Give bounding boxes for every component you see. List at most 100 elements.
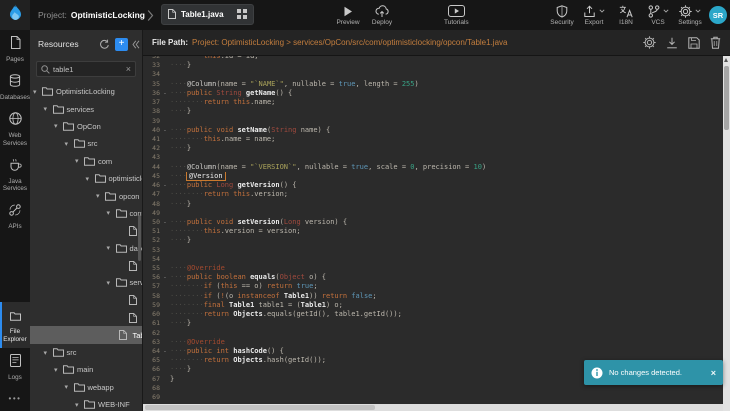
clear-search-icon[interactable]: × (126, 65, 131, 74)
sidebar-item-web-services[interactable]: Web Services (0, 106, 30, 151)
chevron-expanded-icon[interactable]: ▾ (107, 209, 116, 217)
sidebar-item-java-services[interactable]: Java Services (0, 152, 30, 197)
add-resource-button[interactable]: + (115, 38, 128, 51)
refresh-icon[interactable] (99, 39, 110, 50)
tree-item-table1serviceimpl-java[interactable]: Table1ServiceImpl.java (30, 309, 143, 326)
chevron-expanded-icon[interactable]: ▾ (75, 401, 84, 409)
horizontal-scrollbar-thumb[interactable] (145, 405, 375, 410)
line-number: 39 (143, 117, 160, 126)
export-button[interactable]: Export (582, 4, 606, 26)
chevron-expanded-icon[interactable]: ▾ (44, 349, 53, 357)
tree-item-table1dao-java[interactable]: Table1Dao.java (30, 257, 143, 274)
chevron-down-icon (695, 9, 701, 13)
tree-item-label: com (98, 157, 112, 166)
search-input[interactable] (53, 65, 123, 74)
tab-table1-java[interactable]: Table1.java (161, 4, 254, 25)
fold-toggle[interactable]: - (160, 347, 170, 356)
sidebar-item-apis[interactable]: APIs (0, 197, 30, 235)
delete-icon[interactable] (710, 36, 721, 49)
chevron-expanded-icon[interactable]: ▾ (33, 88, 42, 96)
fold-toggle[interactable]: - (160, 181, 170, 190)
code-line: 58········if (!(o instanceof Table1)) re… (143, 292, 723, 301)
tree-item-services[interactable]: ▾services (30, 100, 143, 117)
tree-item-main[interactable]: ▾main (30, 361, 143, 378)
chevron-expanded-icon[interactable]: ▾ (96, 192, 105, 200)
app-logo[interactable] (0, 0, 30, 30)
fold-toggle[interactable]: - (160, 89, 170, 98)
toast-close-icon[interactable]: × (711, 368, 716, 378)
download-icon[interactable] (666, 37, 678, 49)
chevron-expanded-icon[interactable]: ▾ (107, 244, 116, 252)
tree-item-src[interactable]: ▾src (30, 135, 143, 152)
editor-horizontal-scrollbar[interactable] (143, 404, 730, 411)
gutter-spacer (160, 338, 170, 347)
fold-toggle[interactable]: - (160, 273, 170, 282)
editor-vertical-scrollbar[interactable] (723, 56, 730, 404)
settings-icon[interactable] (643, 36, 656, 49)
project-name[interactable]: OptimisticLocking (71, 10, 145, 20)
tree-item-dao[interactable]: ▾dao (30, 240, 143, 257)
line-number: 45 (143, 172, 160, 181)
file-icon (129, 261, 142, 271)
tree-item-table1controller-java[interactable]: Table1Controller.java (30, 222, 143, 239)
folder-icon (53, 105, 66, 114)
tutorials-button[interactable]: Tutorials (444, 4, 469, 26)
tree-item-service[interactable]: ▾service (30, 274, 143, 291)
tree-item-label: Table1.java (133, 331, 144, 340)
security-button[interactable]: Security (550, 4, 574, 26)
tree-scrollbar-thumb[interactable] (138, 215, 141, 261)
chevron-expanded-icon[interactable]: ▾ (86, 175, 95, 183)
sidebar-item-file-explorer[interactable]: File Explorer (0, 302, 30, 347)
tree-item-table1-java[interactable]: Table1.java (30, 326, 143, 343)
i18n-button[interactable]: I18N (614, 4, 638, 26)
fold-toggle[interactable]: - (160, 218, 170, 227)
sidebar-item-pages[interactable]: Pages (0, 30, 30, 68)
gutter-spacer (160, 190, 170, 199)
chevron-expanded-icon[interactable]: ▾ (75, 157, 84, 165)
tree-item-optimisticlocking[interactable]: ▾ optimisticlocking (30, 170, 143, 187)
tree-item-controller[interactable]: ▾controller (30, 205, 143, 222)
file-path-bar: File Path: Project: OptimisticLocking > … (143, 30, 730, 56)
collapse-panel-icon[interactable] (132, 40, 140, 49)
tree-item-opcon[interactable]: ▾OpCon (30, 118, 143, 135)
tree-item-webapp[interactable]: ▾webapp (30, 379, 143, 396)
line-number: 40 (143, 126, 160, 135)
save-icon[interactable] (688, 37, 700, 49)
chevron-expanded-icon[interactable]: ▾ (65, 383, 74, 391)
line-number: 67 (143, 375, 160, 384)
code-line: 54 (143, 255, 723, 264)
tree-item-src[interactable]: ▾src (30, 344, 143, 361)
chevron-expanded-icon[interactable]: ▾ (54, 122, 63, 130)
file-path-value: Project: OptimisticLocking > services/Op… (192, 38, 643, 47)
preview-button[interactable]: Preview (336, 4, 360, 26)
sidebar-item-databases[interactable]: Databases (0, 68, 30, 106)
chevron-down-icon (599, 9, 605, 13)
java-icon (9, 158, 22, 176)
tree-item-label: optimisticlocking (109, 174, 144, 183)
chevron-expanded-icon[interactable]: ▾ (65, 140, 74, 148)
scroll-up-arrow[interactable] (724, 58, 728, 62)
avatar[interactable]: SR (709, 6, 727, 24)
gutter-spacer (160, 292, 170, 301)
tree-item-com[interactable]: ▾ com (30, 153, 143, 170)
tree-item-optimisticlocking[interactable]: ▾OptimisticLocking (30, 83, 143, 100)
more-options-button[interactable]: ••• (0, 386, 30, 411)
tree-item-opcon[interactable]: ▾opcon (30, 187, 143, 204)
button-label: Settings (678, 19, 702, 26)
settings-button[interactable]: Settings (678, 4, 702, 26)
chevron-expanded-icon[interactable]: ▾ (107, 279, 116, 287)
line-number: 36 (143, 89, 160, 98)
vertical-scrollbar-thumb[interactable] (724, 66, 729, 130)
tree-item-table1service-java[interactable]: Table1Service.java (30, 292, 143, 309)
tree-item-web-inf[interactable]: ▾WEB-INF (30, 396, 143, 411)
deploy-button[interactable]: Deploy (370, 4, 394, 26)
code-editor[interactable]: 32········this.id = id;33····}3435····@C… (143, 56, 730, 411)
chevron-expanded-icon[interactable]: ▾ (54, 366, 63, 374)
fold-toggle[interactable]: - (160, 126, 170, 135)
line-number: 38 (143, 107, 160, 116)
chevron-expanded-icon[interactable]: ▾ (44, 105, 53, 113)
vcs-button[interactable]: VCS (646, 4, 670, 26)
grid-icon[interactable] (237, 6, 247, 24)
sidebar-item-logs[interactable]: Logs (0, 348, 30, 386)
folder-icon (105, 192, 118, 201)
